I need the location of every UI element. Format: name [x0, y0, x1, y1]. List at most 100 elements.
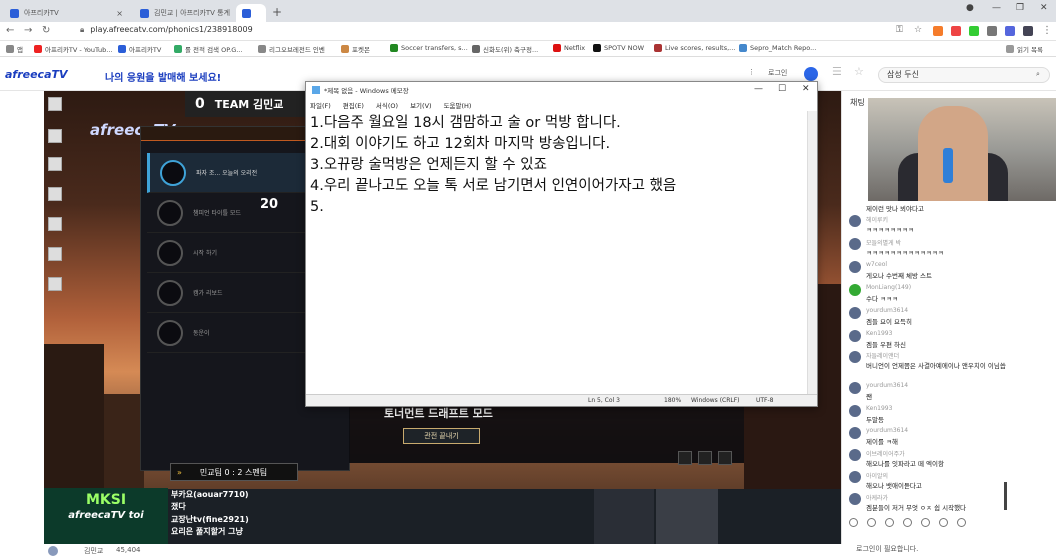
bookmark-item[interactable]: SPOTV NOW — [593, 44, 644, 52]
star-balloon-icon[interactable] — [885, 518, 894, 527]
chat-bubble-icon[interactable] — [804, 67, 818, 81]
star-icon[interactable]: ☆ — [914, 25, 922, 35]
pick-counter: 20 — [260, 197, 279, 212]
search-icon[interactable]: ⌕ — [1036, 70, 1040, 79]
search-input[interactable]: 삼성 두신 — [878, 67, 1050, 83]
notepad-text-area[interactable]: 1.다음주 월요일 18시 갬맘하고 술 or 먹방 합니다. 2.대회 이야기… — [310, 113, 800, 218]
bookmark-item[interactable]: Netflix — [553, 44, 585, 52]
close-button[interactable]: ✕ — [802, 84, 810, 94]
bookmarks-bar: 앱 아프리카TV - YouTub... 아프리카TV 롤 전적 검색 OP.G… — [0, 41, 1056, 57]
bookmark-item[interactable]: 리그오브레전드 인벤 — [258, 44, 325, 54]
bookmark-item[interactable]: 롤 전적 검색 OP.G... — [174, 44, 242, 54]
donation-text: 졌다 — [171, 502, 186, 511]
menu-view[interactable]: 보기(V) — [410, 100, 431, 110]
bell-icon[interactable] — [698, 451, 712, 465]
menu-dots-icon[interactable]: ⋮ — [1042, 25, 1052, 36]
avatar — [849, 382, 861, 394]
menu-icon[interactable]: ☰ — [832, 65, 842, 78]
chat-icon[interactable] — [678, 451, 692, 465]
lol-bottom-icons — [678, 451, 732, 465]
bookmark-item[interactable]: 아프리카TV - YouTub... — [34, 44, 112, 54]
puzzle-icon[interactable] — [987, 26, 997, 36]
avatar — [849, 330, 861, 342]
forward-icon[interactable]: → — [24, 25, 32, 36]
end-spectate-button[interactable]: 관전 끝내기 — [403, 428, 480, 444]
subscribe-icon[interactable] — [939, 518, 948, 527]
streamer-face — [918, 106, 988, 201]
back-icon[interactable]: ← — [6, 25, 14, 36]
sticker-icon[interactable] — [867, 518, 876, 527]
notepad-statusbar: Ln 5, Col 3 180% Windows (CRLF) UTF-8 — [306, 394, 817, 406]
more-icon[interactable]: ⋮ — [748, 68, 755, 76]
close-tab-icon[interactable]: × — [116, 9, 123, 18]
desktop-icon[interactable] — [48, 277, 62, 291]
stats-favicon-icon — [242, 8, 251, 18]
promo-banner[interactable]: 나의 응원을 발매해 보세요! — [105, 69, 221, 84]
encoding: UTF-8 — [756, 397, 774, 404]
minimize-button[interactable]: — — [992, 3, 1001, 13]
menu-help[interactable]: 도움말(H) — [444, 100, 472, 110]
minimize-button[interactable]: — — [754, 84, 763, 94]
login-link[interactable]: 로그인 — [768, 68, 787, 78]
menu-file[interactable]: 파일(F) — [310, 100, 331, 110]
desktop-icon[interactable] — [48, 157, 62, 171]
adballoon-icon[interactable] — [921, 518, 930, 527]
left-nav — [0, 91, 44, 558]
sponsor-banner: MKSI afreecaTV toi — [44, 488, 168, 544]
line-ending: Windows (CRLF) — [691, 397, 740, 404]
new-tab-button[interactable]: + — [272, 5, 282, 19]
reading-list[interactable]: 읽기 목록 — [1006, 44, 1043, 54]
desktop-icon[interactable] — [48, 217, 62, 231]
text-line: 2.대회 이야기도 하고 12회차 마지막 방송입니다. — [310, 136, 611, 152]
close-window-button[interactable]: ✕ — [1040, 3, 1048, 13]
settings-icon[interactable] — [957, 518, 966, 527]
emoji-icon[interactable] — [849, 518, 858, 527]
avatar — [849, 471, 861, 483]
bookmark-item[interactable]: 아프리카TV — [118, 44, 161, 54]
desktop-icon[interactable] — [48, 247, 62, 261]
bookmark-item[interactable]: 신화도(위) 축구정... — [472, 44, 538, 54]
url-field[interactable]: 🔒︎ play.afreecatv.com/phonics1/238918009 — [80, 25, 253, 35]
user-icon[interactable] — [718, 451, 732, 465]
avatar[interactable] — [1023, 26, 1033, 36]
ring-icon — [157, 319, 183, 346]
bookmark-item[interactable]: 앱 — [6, 44, 23, 54]
key-icon[interactable]: ⚿ — [896, 25, 903, 35]
vertical-scrollbar[interactable] — [807, 111, 817, 394]
tab-afreecatv[interactable]: 아프리카TV × — [4, 4, 128, 22]
browser-tab-bar: 아프리카TV× 김민교 | 아프리카TV 통계× + ● — ❐ ✕ — [0, 0, 1056, 22]
extension-icon[interactable] — [1005, 26, 1015, 36]
bookmark-item[interactable]: 포켓몬 — [341, 44, 370, 54]
avatar[interactable] — [48, 546, 58, 556]
tab-stats-active[interactable] — [236, 4, 266, 22]
extension-icon[interactable] — [951, 26, 961, 36]
match-scoreboard: » 민교팀 0 : 2 스펜팀 — [170, 463, 298, 481]
extension-icon[interactable] — [933, 26, 943, 36]
star-outline-icon[interactable]: ☆ — [854, 65, 864, 78]
avatar — [849, 351, 861, 363]
maximize-button[interactable]: ❐ — [1016, 3, 1024, 13]
profile-icon[interactable]: ● — [966, 3, 974, 13]
desktop-icon[interactable] — [48, 187, 62, 201]
donation-text: 교장난tv(fine2921) — [171, 515, 249, 524]
address-bar: ← → ↻ 🔒︎ play.afreecatv.com/phonics1/2389… — [0, 22, 1056, 41]
cursor-position: Ln 5, Col 3 — [588, 397, 620, 404]
broadcaster-name[interactable]: 김민교 — [84, 546, 103, 556]
bookmark-item[interactable]: Soccer transfers, s... — [390, 44, 468, 52]
gift-icon[interactable] — [903, 518, 912, 527]
chat-input[interactable]: 로그인이 필요합니다. — [856, 544, 918, 554]
broadcast-info-bar: 김민교 45,404 — [44, 544, 841, 558]
reload-icon[interactable]: ↻ — [42, 25, 50, 36]
menu-edit[interactable]: 편집(E) — [343, 100, 364, 110]
maximize-button[interactable]: ☐ — [778, 84, 786, 94]
chat-scrollbar[interactable] — [1004, 482, 1007, 510]
menu-format[interactable]: 서식(O) — [376, 100, 398, 110]
desktop-icon[interactable] — [48, 129, 62, 143]
notepad-window: *제목 없음 - Windows 메모장 — ☐ ✕ 파일(F) 편집(E) 서… — [305, 81, 818, 407]
desktop-icon[interactable] — [48, 97, 62, 111]
bookmark-item[interactable]: Sepro_Match Repo... — [739, 44, 816, 52]
avatar — [849, 284, 861, 296]
afreecatv-logo[interactable]: afreecaTV — [5, 68, 68, 81]
extension-icon[interactable] — [969, 26, 979, 36]
bookmark-item[interactable]: Live scores, results,... — [654, 44, 735, 52]
